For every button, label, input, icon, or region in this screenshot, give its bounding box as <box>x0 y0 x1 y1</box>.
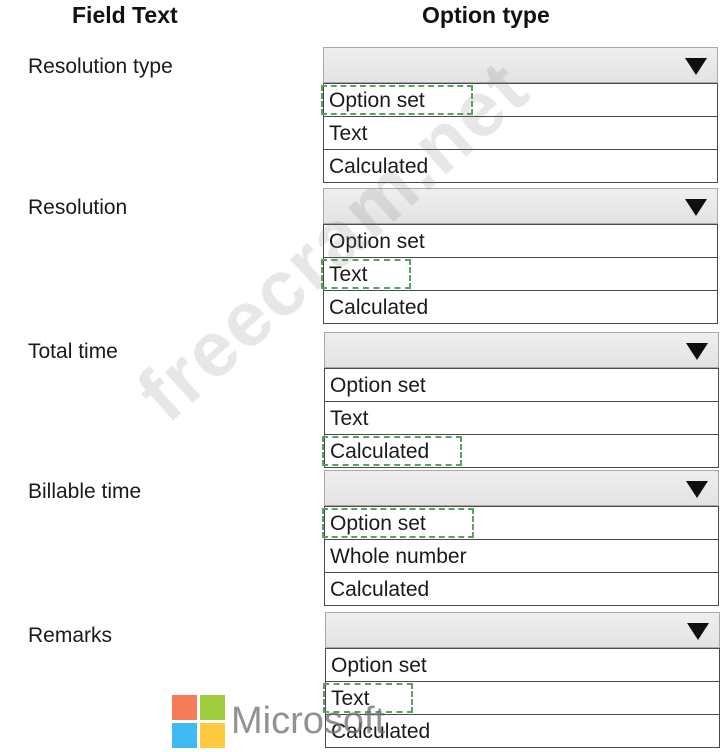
option-list: Option set Text Calculated <box>321 83 718 183</box>
option-item[interactable]: Option set <box>324 224 717 257</box>
dropdown-arrow-icon[interactable] <box>687 623 709 640</box>
resolution-select: Option set Text Calculated <box>321 188 718 324</box>
option-item[interactable]: Text <box>321 257 717 290</box>
total-time-select: Option set Text Calculated <box>322 332 719 468</box>
dropdown-resolution-type[interactable] <box>323 47 718 83</box>
option-item[interactable]: Text <box>325 401 718 434</box>
row-label-total-time: Total time <box>28 340 118 363</box>
option-list: Option set Whole number Calculated <box>322 506 719 606</box>
dropdown-billable-time[interactable] <box>324 470 719 506</box>
field-text-header: Field Text <box>72 2 178 28</box>
row-label-resolution-type: Resolution type <box>28 55 173 78</box>
option-item[interactable]: Option set <box>325 368 718 401</box>
option-item[interactable]: Calculated <box>324 149 717 182</box>
logo-square-green <box>200 695 225 720</box>
option-item[interactable]: Calculated <box>322 434 718 467</box>
option-item[interactable]: Text <box>323 681 719 714</box>
row-label-remarks: Remarks <box>28 624 113 647</box>
option-list: Option set Text Calculated <box>322 368 719 468</box>
option-item[interactable]: Text <box>324 116 717 149</box>
resolution-type-select: Option set Text Calculated <box>321 47 718 183</box>
option-item[interactable]: Option set <box>326 648 719 681</box>
dropdown-arrow-icon[interactable] <box>686 481 708 498</box>
remarks-select: Option set Text Calculated <box>323 612 720 748</box>
logo-square-red <box>172 695 197 720</box>
option-item[interactable]: Calculated <box>326 714 719 747</box>
option-type-header: Option type <box>422 2 550 28</box>
dropdown-arrow-icon[interactable] <box>686 343 708 360</box>
logo-square-blue <box>172 723 197 748</box>
option-item[interactable]: Calculated <box>324 290 717 323</box>
microsoft-logo-icon <box>172 695 225 748</box>
dropdown-total-time[interactable] <box>324 332 719 368</box>
billable-time-select: Option set Whole number Calculated <box>322 470 719 606</box>
dropdown-arrow-icon[interactable] <box>685 199 707 216</box>
option-list: Option set Text Calculated <box>321 224 718 324</box>
row-label-resolution: Resolution <box>28 196 128 219</box>
option-item[interactable]: Option set <box>321 83 717 116</box>
option-item[interactable]: Option set <box>322 506 718 539</box>
option-item[interactable]: Whole number <box>325 539 718 572</box>
dropdown-arrow-icon[interactable] <box>685 58 707 75</box>
row-label-billable-time: Billable time <box>28 480 142 503</box>
option-item[interactable]: Calculated <box>325 572 718 605</box>
dropdown-remarks[interactable] <box>325 612 720 648</box>
option-list: Option set Text Calculated <box>323 648 720 748</box>
logo-square-yellow <box>200 723 225 748</box>
dropdown-resolution[interactable] <box>323 188 718 224</box>
